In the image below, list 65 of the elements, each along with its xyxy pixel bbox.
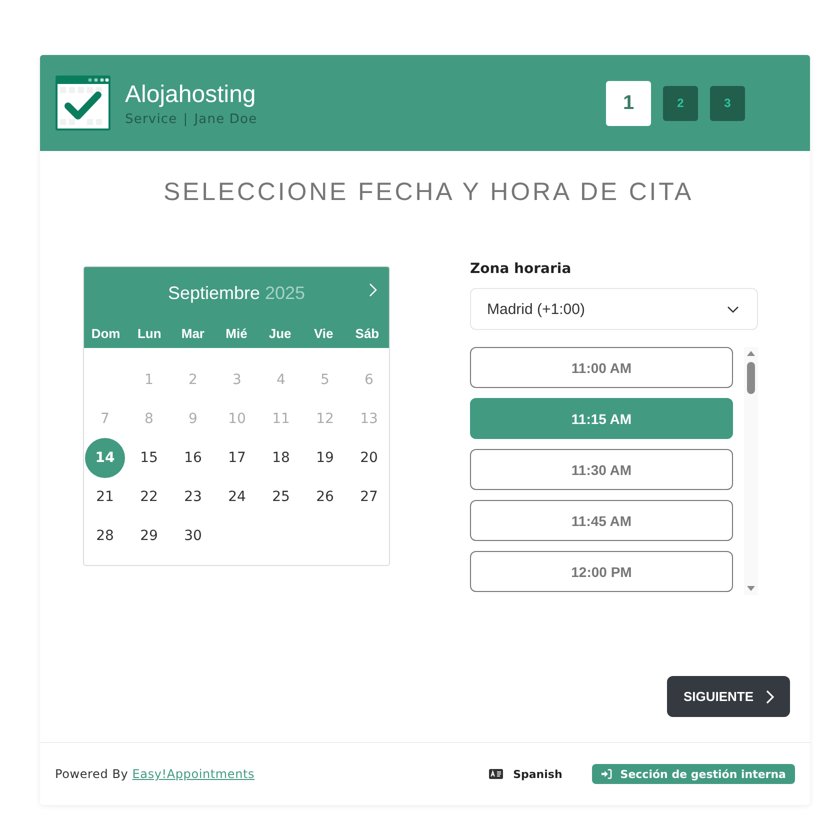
weekday-label: Vie — [314, 326, 334, 341]
calendar-check-icon — [55, 75, 111, 131]
chevron-right-icon — [766, 690, 774, 704]
calendar-day[interactable]: 23 — [173, 476, 213, 516]
calendar-day[interactable]: 27 — [349, 476, 389, 516]
calendar-day: 12 — [305, 398, 345, 438]
time-slot[interactable]: 12:00 PM — [470, 551, 733, 592]
timezone-select[interactable]: Madrid (+1:00) — [470, 288, 758, 330]
calendar-day[interactable]: 20 — [349, 438, 389, 478]
provider-name: Jane Doe — [194, 112, 258, 126]
time-slot[interactable]: 11:00 AM — [470, 347, 733, 388]
calendar-day: 9 — [173, 398, 213, 438]
scroll-down-icon[interactable] — [747, 586, 755, 591]
powered-by-text: Powered By Easy!Appointments — [55, 767, 255, 781]
calendar-day[interactable]: 25 — [261, 476, 301, 516]
separator-text: | — [183, 112, 188, 126]
calendar-day: 6 — [349, 360, 389, 400]
calendar-day: 2 — [173, 360, 213, 400]
time-slot[interactable]: 11:45 AM — [470, 500, 733, 541]
weekday-label: Sáb — [355, 326, 380, 341]
language-selector[interactable]: Spanish — [513, 768, 562, 780]
wizard-step: 1 — [606, 80, 651, 126]
weekday-label: Mar — [181, 326, 204, 341]
calendar-day[interactable]: 15 — [129, 438, 169, 478]
calendar-day: 11 — [261, 398, 301, 438]
sign-in-icon — [601, 769, 612, 779]
calendar-day: 5 — [305, 360, 345, 400]
year-label: 2025 — [265, 282, 306, 304]
company-name: Alojahosting — [125, 80, 257, 110]
calendar-day[interactable]: 26 — [305, 476, 345, 516]
weekday-label: Mié — [226, 326, 248, 341]
chevron-right-icon[interactable] — [369, 283, 377, 297]
calendar-day: 3 — [217, 360, 257, 400]
calendar-day[interactable]: 28 — [85, 516, 125, 556]
service-name: Service — [125, 112, 178, 126]
calendar-day[interactable]: 19 — [305, 438, 345, 478]
calendar-day[interactable]: 29 — [129, 516, 169, 556]
weekday-label: Jue — [268, 326, 292, 341]
calendar-day[interactable]: 18 — [261, 438, 301, 478]
weekday-label: Lun — [137, 326, 162, 341]
weekday-label: Dom — [91, 326, 120, 341]
calendar-day: 13 — [349, 398, 389, 438]
wizard-step: 2 — [663, 86, 698, 120]
calendar-day[interactable]: 24 — [217, 476, 257, 516]
timezone-label: Zona horaria — [470, 260, 572, 278]
calendar-day: 10 — [217, 398, 257, 438]
scroll-up-icon[interactable] — [747, 351, 755, 356]
calendar-day[interactable]: 30 — [173, 516, 213, 556]
scrollbar-thumb[interactable] — [747, 362, 755, 394]
calendar-day[interactable]: 21 — [85, 476, 125, 516]
wizard-step: 3 — [710, 86, 745, 120]
chevron-down-icon — [727, 306, 739, 312]
next-button[interactable]: SIGUIENTE — [667, 676, 790, 717]
scrollbar[interactable] — [744, 347, 758, 595]
month-label: Septiembre — [168, 282, 260, 304]
calendar-day: 8 — [129, 398, 169, 438]
calendar-day: 7 — [85, 398, 125, 438]
calendar-day: 1 — [129, 360, 169, 400]
language-icon — [489, 769, 504, 779]
calendar-day[interactable]: 22 — [129, 476, 169, 516]
time-slot[interactable]: 11:30 AM — [470, 449, 733, 490]
calendar-day[interactable]: 17 — [217, 438, 257, 478]
calendar-day[interactable]: 16 — [173, 438, 213, 478]
calendar-day: 4 — [261, 360, 301, 400]
page-title: SELECCIONE FECHA Y HORA DE CITA — [162, 177, 695, 207]
